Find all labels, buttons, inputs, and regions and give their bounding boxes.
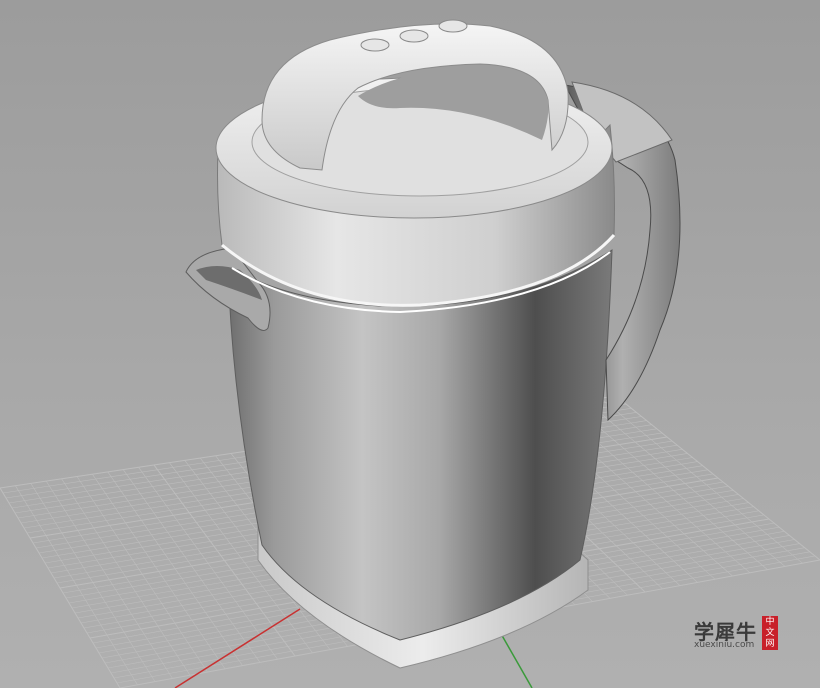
seal-char: 文 <box>765 628 775 638</box>
y-axis-line <box>499 631 533 688</box>
x-axis-line <box>174 608 301 688</box>
lid-button-2[interactable] <box>399 29 429 43</box>
watermark-seal: 中 文 网 <box>762 616 778 650</box>
perspective-viewport[interactable]: 学犀牛 xuexiniu.com 中 文 网 <box>0 0 820 688</box>
lid-button-3[interactable] <box>438 19 468 33</box>
viewport-canvas[interactable] <box>0 0 820 688</box>
grid-line <box>600 398 803 564</box>
watermark-en-text: xuexiniu.com <box>694 640 755 650</box>
site-watermark: 学犀牛 xuexiniu.com 中 文 网 <box>690 614 790 654</box>
seal-char: 中 <box>765 617 775 627</box>
seal-char: 网 <box>765 639 775 649</box>
grid-line <box>585 400 786 567</box>
lid-button-1[interactable] <box>360 38 390 52</box>
